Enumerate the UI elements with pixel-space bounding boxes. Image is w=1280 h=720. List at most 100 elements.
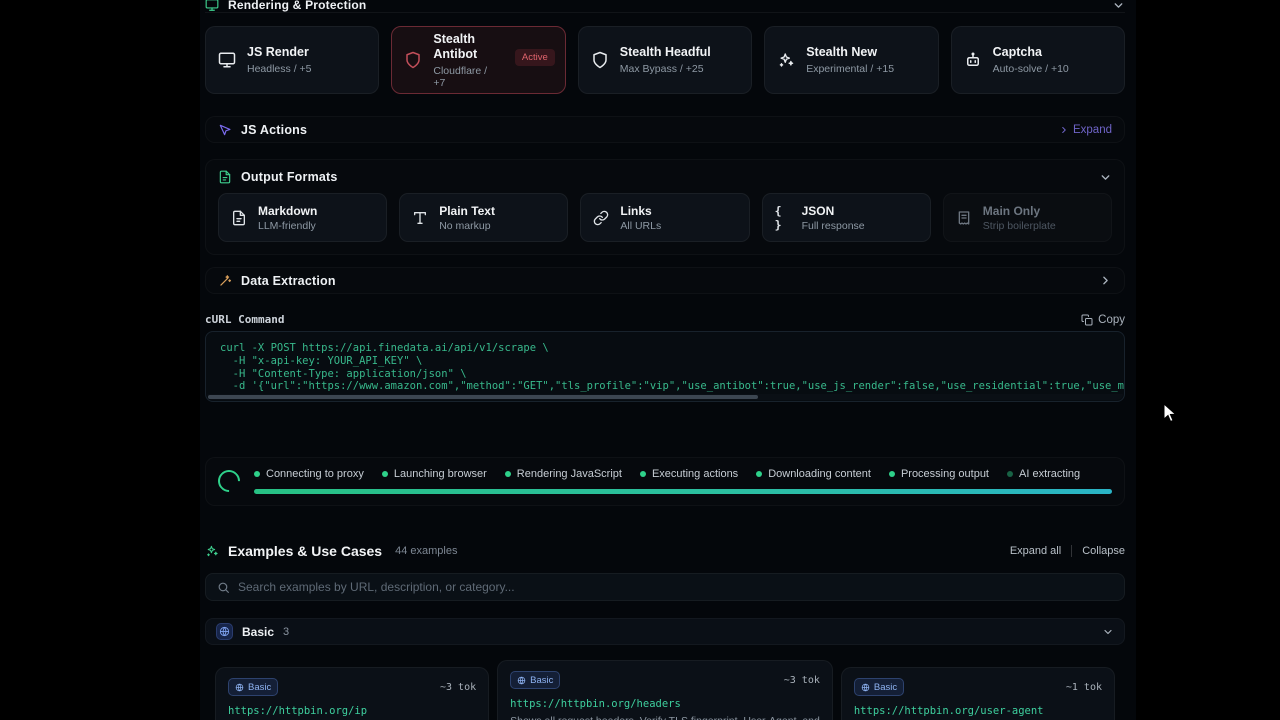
step-label: Rendering JavaScript xyxy=(517,468,622,480)
examples-count: 44 examples xyxy=(395,545,457,557)
example-card-user-agent[interactable]: Basic ~1 tok https://httpbin.org/user-ag… xyxy=(841,667,1115,720)
card-subtitle: Full response xyxy=(802,220,865,232)
progress-step: Processing output xyxy=(889,468,989,480)
copy-icon xyxy=(1081,314,1093,326)
curl-code-block[interactable]: curl -X POST https://api.finedata.ai/api… xyxy=(205,331,1125,402)
collapse-button[interactable]: Collapse xyxy=(1082,545,1125,557)
card-subtitle: Max Bypass / +25 xyxy=(620,63,711,75)
protection-card-captcha[interactable]: Captcha Auto-solve / +10 xyxy=(951,26,1125,94)
card-subtitle: Experimental / +15 xyxy=(806,63,894,75)
type-icon xyxy=(412,210,428,226)
example-url: https://httpbin.org/ip xyxy=(228,705,476,717)
token-estimate: ~3 tok xyxy=(440,682,476,693)
protection-card-stealth-new[interactable]: Stealth New Experimental / +15 xyxy=(764,26,938,94)
code-line: -d '{"url":"https://www.amazon.com","met… xyxy=(220,380,1110,393)
active-badge: Active xyxy=(515,49,555,66)
progress-step: Executing actions xyxy=(640,468,738,480)
progress-step: Connecting to proxy xyxy=(254,468,364,480)
format-card-links[interactable]: Links All URLs xyxy=(580,193,749,242)
badge-label: Basic xyxy=(874,682,897,693)
progress-step: Launching browser xyxy=(382,468,487,480)
globe-icon xyxy=(517,676,526,685)
example-url: https://httpbin.org/headers xyxy=(510,698,820,710)
card-subtitle: LLM-friendly xyxy=(258,220,317,232)
sparkles-icon xyxy=(205,544,219,558)
step-label: Connecting to proxy xyxy=(266,468,364,480)
data-extraction-header: Data Extraction xyxy=(218,274,336,288)
horizontal-scrollbar[interactable] xyxy=(207,394,1123,400)
receipt-icon xyxy=(956,210,972,226)
monitor-icon xyxy=(218,51,236,69)
token-estimate: ~3 tok xyxy=(784,675,820,686)
monitor-icon xyxy=(205,0,219,12)
mouse-cursor-icon xyxy=(1163,403,1178,424)
step-label: Processing output xyxy=(901,468,989,480)
protection-card-stealth-antibot[interactable]: Stealth Antibot Cloudflare / +7 Active xyxy=(391,26,565,94)
section-data-extraction[interactable]: Data Extraction xyxy=(205,267,1125,294)
status-dot-icon xyxy=(640,471,646,477)
protection-cards-row: JS Render Headless / +5 Stealth Antibot … xyxy=(205,26,1125,94)
progress-step: Rendering JavaScript xyxy=(505,468,622,480)
example-description: Shows all request headers. Verify TLS fi… xyxy=(510,715,820,720)
category-row-basic[interactable]: Basic 3 xyxy=(205,618,1125,645)
section-title: Output Formats xyxy=(241,170,338,184)
card-title: Captcha xyxy=(993,45,1069,60)
copy-button[interactable]: Copy xyxy=(1081,314,1125,326)
token-estimate: ~1 tok xyxy=(1066,682,1102,693)
link-icon xyxy=(593,210,609,226)
card-title: Stealth Headful xyxy=(620,45,711,60)
chevron-down-icon[interactable] xyxy=(1102,626,1114,638)
chevron-down-icon[interactable] xyxy=(1099,171,1112,184)
section-output-formats: Output Formats Markdown LLM-friendly xyxy=(205,159,1125,255)
braces-icon: { } xyxy=(775,210,791,226)
chevron-right-icon[interactable] xyxy=(1099,274,1112,287)
rendering-protection-header[interactable]: Rendering & Protection xyxy=(205,0,1125,13)
section-js-actions: JS Actions Expand xyxy=(205,116,1125,143)
card-subtitle: No markup xyxy=(439,220,495,232)
example-card-headers[interactable]: Basic ~3 tok https://httpbin.org/headers… xyxy=(497,660,833,720)
page: Rendering & Protection JS Render Headles… xyxy=(0,0,1280,720)
curl-label: cURL Command xyxy=(205,313,284,326)
scrollbar-thumb[interactable] xyxy=(208,395,758,399)
chevron-right-icon xyxy=(1059,125,1069,135)
document-icon xyxy=(218,170,232,184)
progress-steps: Connecting to proxy Launching browser Re… xyxy=(254,468,1112,480)
curl-header: cURL Command Copy xyxy=(205,313,1125,326)
basic-badge: Basic xyxy=(228,678,278,696)
divider xyxy=(1071,545,1072,557)
protection-card-js-render[interactable]: JS Render Headless / +5 xyxy=(205,26,379,94)
section-rendering-protection: Rendering & Protection JS Render Headles… xyxy=(205,0,1125,94)
globe-icon xyxy=(216,623,233,640)
robot-icon xyxy=(964,51,982,69)
examples-search xyxy=(205,573,1125,601)
section-title: Rendering & Protection xyxy=(228,0,366,12)
expand-link[interactable]: Expand xyxy=(1059,124,1112,136)
format-card-markdown[interactable]: Markdown LLM-friendly xyxy=(218,193,387,242)
badge-label: Basic xyxy=(248,682,271,693)
card-subtitle: Strip boilerplate xyxy=(983,220,1056,232)
format-card-json[interactable]: { } JSON Full response xyxy=(762,193,931,242)
protection-card-stealth-headful[interactable]: Stealth Headful Max Bypass / +25 xyxy=(578,26,752,94)
example-url: https://httpbin.org/user-agent xyxy=(854,705,1102,717)
format-card-main-only[interactable]: Main Only Strip boilerplate xyxy=(943,193,1112,242)
sparkles-icon xyxy=(777,51,795,69)
step-label: Executing actions xyxy=(652,468,738,480)
status-dot-icon xyxy=(382,471,388,477)
expand-all-button[interactable]: Expand all xyxy=(1010,545,1061,557)
search-input[interactable] xyxy=(238,580,1113,594)
progress-section: Connecting to proxy Launching browser Re… xyxy=(205,457,1125,506)
js-actions-header: JS Actions xyxy=(218,123,307,137)
section-title: Data Extraction xyxy=(241,274,336,288)
status-dot-icon xyxy=(756,471,762,477)
document-icon xyxy=(231,210,247,226)
example-card-ip[interactable]: Basic ~3 tok https://httpbin.org/ip xyxy=(215,667,489,720)
badge-label: Basic xyxy=(530,675,553,686)
output-formats-header[interactable]: Output Formats xyxy=(218,170,1112,184)
chevron-down-icon[interactable] xyxy=(1112,0,1125,12)
example-cards-row: Basic ~3 tok https://httpbin.org/ip Basi… xyxy=(205,660,1125,720)
code-line: curl -X POST https://api.finedata.ai/api… xyxy=(220,342,1110,355)
copy-label: Copy xyxy=(1098,314,1125,326)
card-subtitle: All URLs xyxy=(620,220,661,232)
card-title: Markdown xyxy=(258,204,317,218)
format-card-plain-text[interactable]: Plain Text No markup xyxy=(399,193,568,242)
